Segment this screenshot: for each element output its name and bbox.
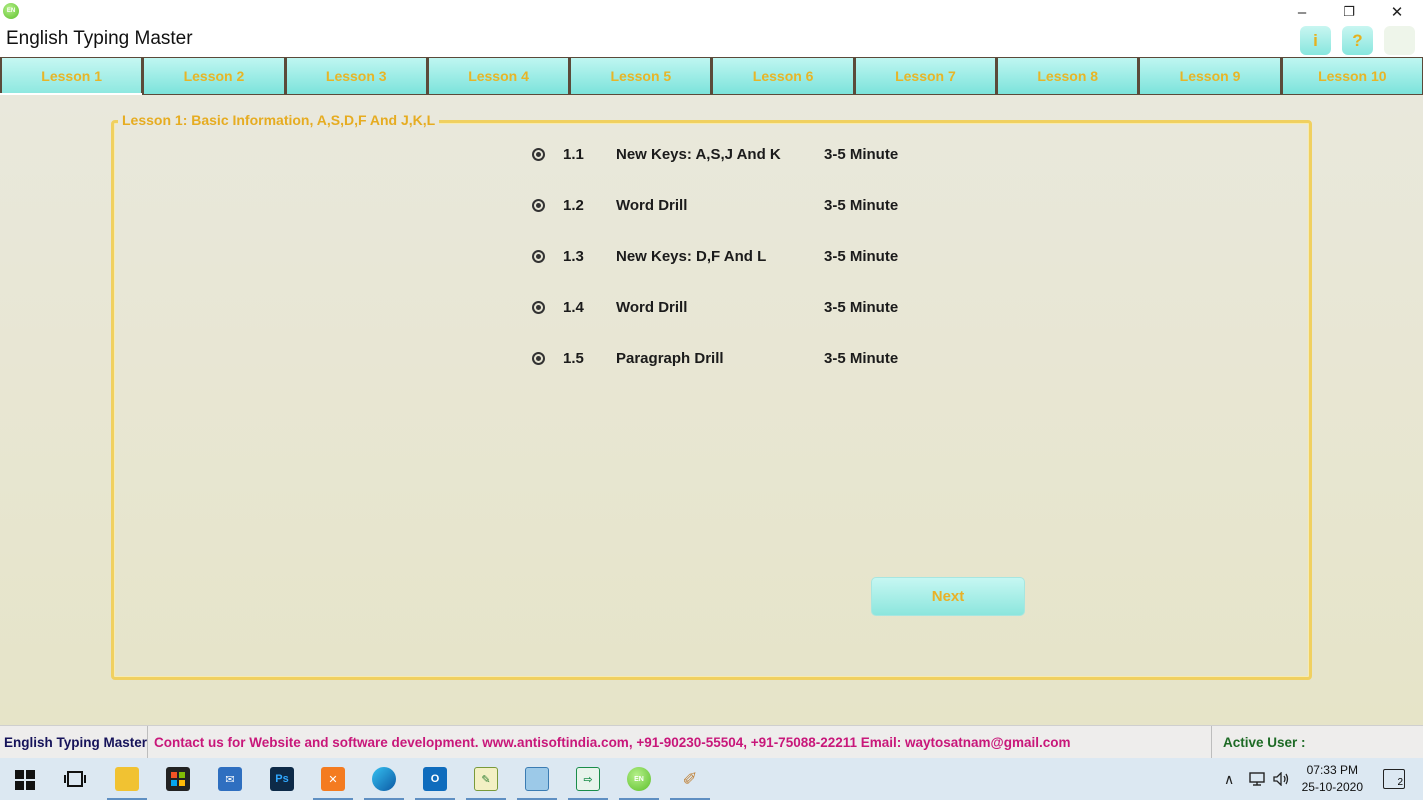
tab-lesson-3[interactable]: Lesson 3 (284, 57, 427, 95)
tab-lesson-7[interactable]: Lesson 7 (853, 57, 997, 95)
lesson-name[interactable]: Word Drill (616, 299, 687, 316)
lesson-tabs: Lesson 1 Lesson 2 Lesson 3 Lesson 4 Less… (0, 57, 1423, 95)
tab-lesson-1[interactable]: Lesson 1 (0, 57, 143, 93)
lesson-item[interactable]: 1.4 Word Drill 3-5 Minute (532, 299, 932, 352)
lesson-list: 1.1 New Keys: A,S,J And K 3-5 Minute 1.2… (532, 146, 932, 403)
edge-browser-icon[interactable] (372, 767, 396, 791)
lesson-duration: 3-5 Minute (824, 350, 899, 367)
windows-taskbar: ✉ Ps ✕ O ✎ ⇨ EN ✐ ∧ 07:33 PM 25-10-2020 … (0, 758, 1423, 800)
lesson-name[interactable]: Word Drill (616, 197, 687, 214)
close-button[interactable]: ✕ (1374, 0, 1420, 24)
status-app-name: English Typing Master (4, 735, 148, 750)
tab-lesson-4[interactable]: Lesson 4 (426, 57, 570, 95)
notepad-icon[interactable]: ✎ (474, 767, 498, 791)
tab-lesson-6[interactable]: Lesson 6 (711, 57, 854, 95)
lesson-number: 1.1 (563, 146, 584, 163)
tab-lesson-9[interactable]: Lesson 9 (1138, 57, 1281, 95)
restore-button[interactable]: ❐ (1326, 0, 1372, 24)
lesson-item[interactable]: 1.3 New Keys: D,F And L 3-5 Minute (532, 248, 932, 301)
radio-icon[interactable] (532, 250, 545, 263)
mail-icon[interactable]: ✉ (218, 767, 242, 791)
clock-time: 07:33 PM (1306, 763, 1358, 777)
lesson-name[interactable]: New Keys: A,S,J And K (616, 146, 781, 163)
lesson-item[interactable]: 1.1 New Keys: A,S,J And K 3-5 Minute (532, 146, 932, 199)
app-title: English Typing Master (6, 28, 193, 49)
info-icon[interactable]: i (1300, 26, 1331, 55)
lesson-number: 1.3 (563, 248, 584, 265)
xampp-icon[interactable]: ✕ (321, 767, 345, 791)
lesson-duration: 3-5 Minute (824, 299, 899, 316)
tray-expand-icon[interactable]: ∧ (1224, 758, 1234, 800)
lesson-duration: 3-5 Minute (824, 197, 899, 214)
main-panel: Lesson 1: Basic Information, A,S,D,F And… (0, 95, 1423, 725)
radio-icon[interactable] (532, 352, 545, 365)
lesson-number: 1.2 (563, 197, 584, 214)
lesson-duration: 3-5 Minute (824, 146, 899, 163)
control-panel-icon[interactable] (525, 767, 549, 791)
minimize-button[interactable]: – (1279, 0, 1325, 24)
windows-start-icon[interactable] (13, 768, 37, 792)
lesson-group-box: Lesson 1: Basic Information, A,S,D,F And… (111, 112, 1312, 680)
lesson-item[interactable]: 1.2 Word Drill 3-5 Minute (532, 197, 932, 250)
status-bar: English Typing Master Contact us for Web… (0, 725, 1423, 759)
radio-icon[interactable] (532, 199, 545, 212)
status-active-user: Active User : (1223, 735, 1306, 750)
header-toolbar: i ? (1300, 26, 1415, 55)
outlook-icon[interactable]: O (423, 767, 447, 791)
paint-icon[interactable]: ✐ (678, 767, 702, 791)
status-divider (1211, 726, 1212, 759)
lesson-number: 1.4 (563, 299, 584, 316)
status-contact: Contact us for Website and software deve… (154, 735, 1071, 750)
notification-center-icon[interactable]: 2 (1383, 769, 1405, 789)
status-divider (147, 726, 148, 759)
settings-icon[interactable] (1384, 26, 1415, 55)
lesson-group-title: Lesson 1: Basic Information, A,S,D,F And… (118, 112, 440, 128)
clock-date: 25-10-2020 (1301, 780, 1363, 794)
lesson-name[interactable]: New Keys: D,F And L (616, 248, 766, 265)
volume-icon[interactable] (1273, 758, 1291, 800)
tab-lesson-5[interactable]: Lesson 5 (569, 57, 712, 95)
radio-icon[interactable] (532, 301, 545, 314)
store-icon[interactable] (166, 767, 190, 791)
taskbar-clock[interactable]: 07:33 PM 25-10-2020 (1302, 762, 1363, 796)
task-view-icon[interactable] (63, 767, 87, 791)
help-icon[interactable]: ? (1342, 26, 1373, 55)
screen-share-icon[interactable]: ⇨ (576, 767, 600, 791)
lesson-item[interactable]: 1.5 Paragraph Drill 3-5 Minute (532, 350, 932, 403)
tab-lesson-10[interactable]: Lesson 10 (1280, 57, 1423, 95)
tab-lesson-8[interactable]: Lesson 8 (996, 57, 1139, 95)
app-logo-icon: EN (3, 3, 19, 19)
photoshop-icon[interactable]: Ps (270, 767, 294, 791)
tab-lesson-2[interactable]: Lesson 2 (142, 57, 285, 95)
lesson-name[interactable]: Paragraph Drill (616, 350, 724, 367)
next-button[interactable]: Next (871, 577, 1025, 616)
typing-master-taskbar-icon[interactable]: EN (627, 767, 651, 791)
title-bar: EN – ❐ ✕ (0, 0, 1423, 24)
network-icon[interactable] (1249, 758, 1267, 800)
file-explorer-icon[interactable] (115, 767, 139, 791)
radio-icon[interactable] (532, 148, 545, 161)
lesson-duration: 3-5 Minute (824, 248, 899, 265)
lesson-number: 1.5 (563, 350, 584, 367)
